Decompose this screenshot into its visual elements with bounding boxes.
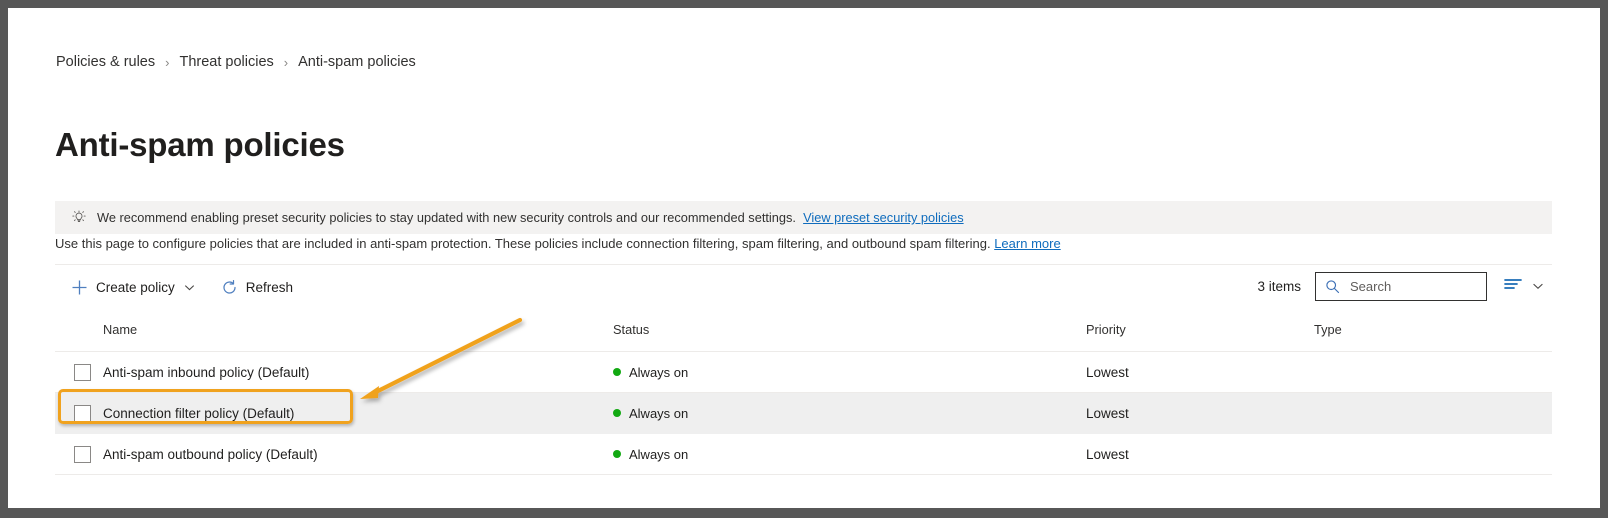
column-header-type[interactable]: Type: [1314, 322, 1552, 337]
status-badge: Always on: [613, 365, 1086, 380]
status-dot-icon: [613, 409, 621, 417]
app-window: Policies & rules › Threat policies › Ant…: [8, 8, 1600, 508]
row-checkbox-cell: [55, 404, 103, 422]
search-icon: [1325, 279, 1340, 294]
row-checkbox[interactable]: [73, 363, 91, 381]
row-checkbox-cell: [55, 445, 103, 463]
learn-more-link[interactable]: Learn more: [994, 236, 1060, 251]
table-row[interactable]: Connection filter policy (Default) Alway…: [55, 393, 1552, 434]
chevron-down-icon[interactable]: [1532, 280, 1544, 292]
page-description: Use this page to configure policies that…: [55, 236, 1061, 251]
breadcrumb-item-policies-and-rules[interactable]: Policies & rules: [56, 54, 155, 70]
row-checkbox-cell: [55, 363, 103, 381]
status-label: Always on: [629, 446, 689, 462]
list-options-icon: [1503, 276, 1523, 296]
row-checkbox[interactable]: [73, 445, 91, 463]
row-status: Always on: [613, 365, 1086, 380]
plus-icon: [71, 279, 88, 296]
create-policy-label: Create policy: [96, 279, 175, 295]
column-header-name[interactable]: Name: [103, 322, 613, 337]
row-priority: Lowest: [1086, 446, 1129, 462]
table-row[interactable]: Anti-spam outbound policy (Default) Alwa…: [55, 434, 1552, 475]
breadcrumb: Policies & rules › Threat policies › Ant…: [56, 54, 416, 70]
row-priority: Lowest: [1086, 364, 1129, 380]
banner-text: We recommend enabling preset security po…: [97, 210, 964, 225]
status-dot-icon: [613, 450, 621, 458]
list-view-options-button[interactable]: [1501, 271, 1546, 301]
row-name: Connection filter policy (Default): [103, 405, 295, 421]
row-name: Anti-spam outbound policy (Default): [103, 446, 318, 462]
status-dot-icon: [613, 368, 621, 376]
command-bar-left-group: Create policy Refresh: [65, 271, 299, 303]
breadcrumb-separator-icon: ›: [283, 54, 289, 70]
breadcrumb-item-anti-spam-policies[interactable]: Anti-spam policies: [298, 54, 416, 70]
command-bar-right-group: 3 items: [1257, 270, 1546, 302]
status-badge: Always on: [613, 447, 1086, 462]
column-header-priority[interactable]: Priority: [1086, 322, 1314, 337]
search-input[interactable]: [1348, 277, 1478, 295]
recommendation-banner: We recommend enabling preset security po…: [55, 201, 1552, 234]
items-count: 3 items: [1257, 278, 1301, 294]
status-badge: Always on: [613, 406, 1086, 421]
command-bar: Create policy Refresh 3 items: [55, 264, 1552, 308]
row-checkbox[interactable]: [73, 404, 91, 422]
row-priority: Lowest: [1086, 405, 1129, 421]
page-title: Anti-spam policies: [55, 126, 345, 163]
breadcrumb-separator-icon: ›: [165, 54, 170, 70]
search-box[interactable]: [1315, 271, 1487, 301]
banner-message: We recommend enabling preset security po…: [97, 210, 796, 225]
chevron-down-icon[interactable]: [184, 282, 195, 293]
lightbulb-icon: [71, 210, 87, 226]
view-preset-security-policies-link[interactable]: View preset security policies: [803, 210, 964, 225]
policies-table: Name Status Priority Type Anti-spam inbo…: [55, 308, 1552, 475]
refresh-label: Refresh: [245, 279, 294, 295]
row-status: Always on: [613, 447, 1086, 462]
description-text: Use this page to configure policies that…: [55, 236, 991, 251]
row-status: Always on: [613, 406, 1086, 421]
table-row[interactable]: Anti-spam inbound policy (Default) Alway…: [55, 352, 1552, 393]
refresh-icon: [221, 279, 238, 296]
table-header-row: Name Status Priority Type: [55, 308, 1552, 352]
row-name: Anti-spam inbound policy (Default): [103, 364, 310, 380]
status-label: Always on: [629, 364, 689, 380]
column-header-status[interactable]: Status: [613, 322, 1086, 337]
create-policy-button[interactable]: Create policy: [65, 271, 201, 303]
status-label: Always on: [629, 405, 689, 421]
breadcrumb-item-threat-policies[interactable]: Threat policies: [179, 54, 273, 70]
refresh-button[interactable]: Refresh: [215, 271, 299, 303]
